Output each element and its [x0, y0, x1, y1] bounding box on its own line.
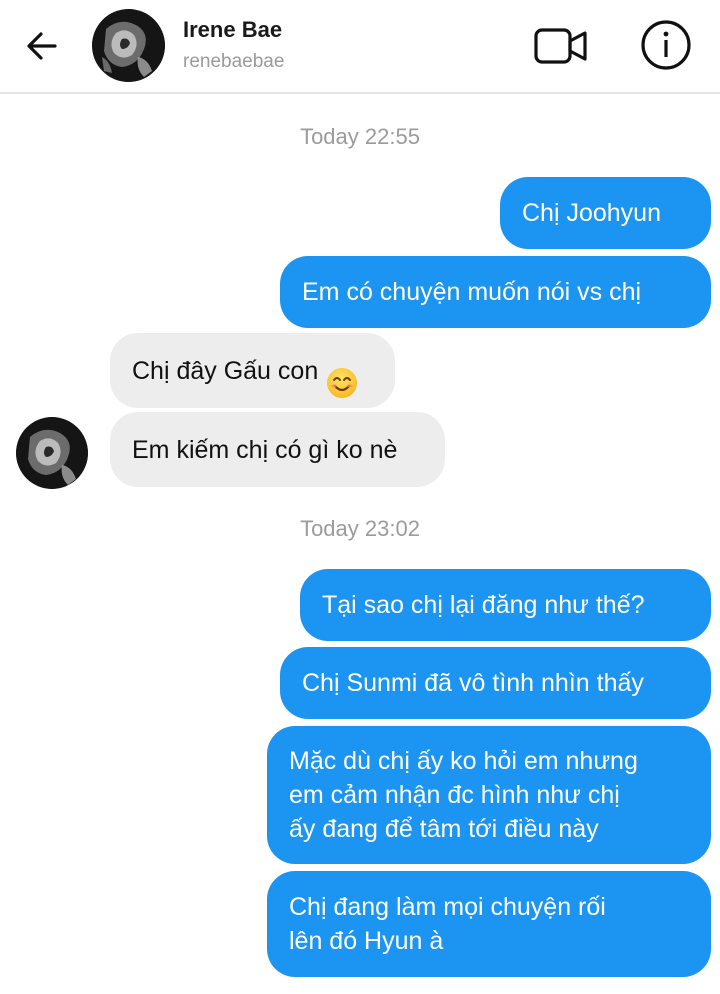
message-text: Chị Joohyun — [522, 199, 661, 227]
back-button[interactable] — [22, 26, 62, 66]
message-bubble-outgoing[interactable]: Tại sao chị lại đăng như thế? — [300, 569, 711, 641]
contact-username: renebaebae — [183, 51, 285, 72]
message-text: Chị đang làm mọi chuyện rối lên đó Hyun … — [289, 893, 606, 955]
message-bubble-outgoing[interactable]: Chị Joohyun — [500, 177, 711, 249]
message-bubble-outgoing[interactable]: Em có chuyện muốn nói vs chị — [280, 256, 711, 328]
timestamp-divider: Today 22:55 — [300, 124, 420, 149]
video-camera-icon — [534, 28, 587, 64]
contact-avatar[interactable] — [92, 9, 165, 82]
message-text: Chị Sunmi đã vô tình nhìn thấy — [302, 669, 644, 697]
message-text: Mặc dù chị ấy ko hỏi em nhưng em cảm nhậ… — [289, 747, 638, 843]
info-icon — [641, 20, 691, 70]
message-bubble-outgoing[interactable]: Mặc dù chị ấy ko hỏi em nhưng em cảm nhậ… — [267, 726, 711, 864]
smiling-face-emoji — [326, 333, 358, 408]
arrow-left-icon — [27, 32, 57, 60]
info-button[interactable] — [640, 19, 692, 71]
message-bubble-incoming[interactable]: Chị đây Gấu con — [110, 333, 395, 408]
contact-name[interactable]: Irene Bae — [183, 17, 282, 43]
message-bubble-outgoing[interactable]: Chị Sunmi đã vô tình nhìn thấy — [280, 647, 711, 719]
chat-header: Irene Bae renebaebae — [0, 0, 720, 94]
message-text: Em có chuyện muốn nói vs chị — [302, 278, 642, 306]
message-bubble-incoming[interactable]: Em kiếm chị có gì ko nè — [110, 412, 445, 487]
sender-avatar[interactable] — [16, 417, 88, 489]
message-bubble-outgoing[interactable]: Chị đang làm mọi chuyện rối lên đó Hyun … — [267, 871, 711, 977]
message-text: Em kiếm chị có gì ko nè — [132, 435, 398, 464]
video-call-button[interactable] — [533, 24, 589, 68]
message-text: Chị đây Gấu con — [132, 356, 319, 385]
timestamp-divider: Today 23:02 — [300, 516, 420, 541]
message-text: Tại sao chị lại đăng như thế? — [322, 591, 645, 619]
